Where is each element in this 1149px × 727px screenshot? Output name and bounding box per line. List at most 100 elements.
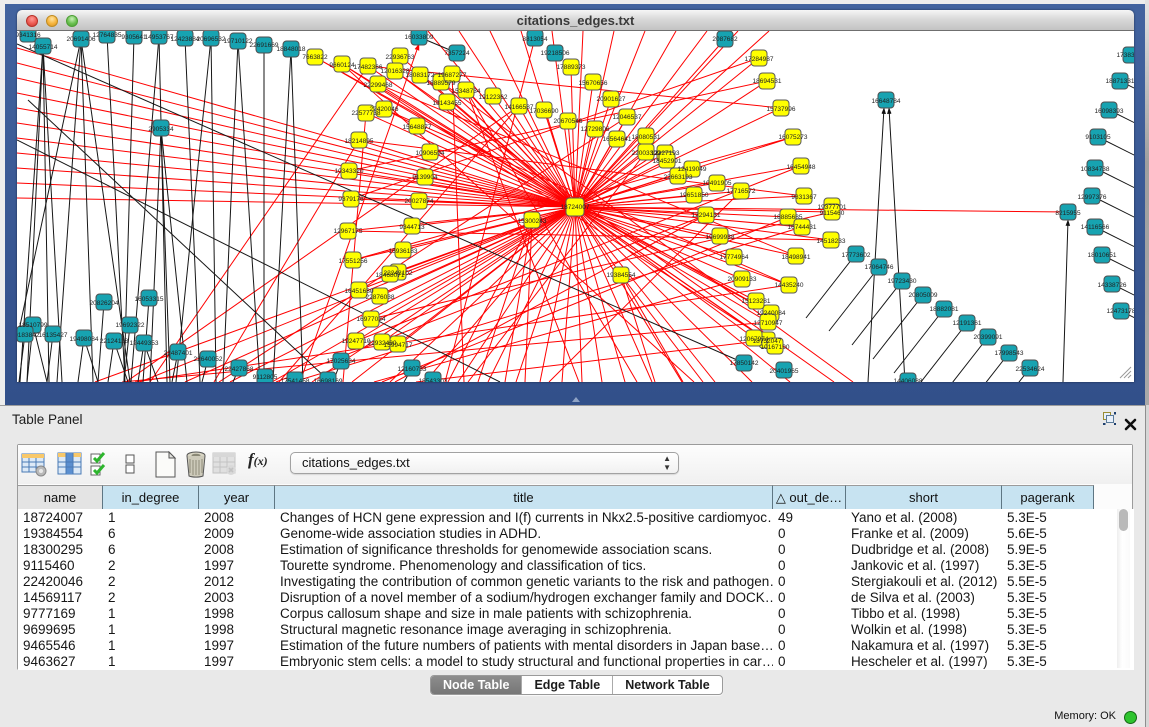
svg-text:20027874: 20027874	[405, 198, 434, 205]
svg-text:22691669: 22691669	[250, 42, 279, 49]
svg-text:9103105: 9103105	[1085, 134, 1111, 141]
svg-text:8813054: 8813054	[522, 36, 548, 43]
svg-text:14435240: 14435240	[775, 282, 804, 289]
svg-text:18080531: 18080531	[632, 134, 661, 141]
svg-text:15648877: 15648877	[403, 124, 432, 131]
svg-text:15348734: 15348734	[452, 88, 481, 95]
svg-text:19122362: 19122362	[479, 94, 508, 101]
svg-text:15123281: 15123281	[742, 298, 771, 305]
svg-text:18468071: 18468071	[376, 272, 405, 279]
svg-text:18543303: 18543303	[419, 378, 448, 382]
svg-text:2905334: 2905334	[148, 126, 174, 133]
svg-text:9831367: 9831367	[791, 194, 817, 201]
svg-text:17025634: 17025634	[327, 358, 356, 365]
svg-text:2087682: 2087682	[712, 36, 738, 43]
svg-text:19651850: 19651850	[680, 192, 709, 199]
svg-text:12067974: 12067974	[740, 336, 769, 343]
svg-text:12160733: 12160733	[398, 366, 427, 373]
svg-text:16053315: 16053315	[135, 296, 164, 303]
svg-text:17541458: 17541458	[281, 378, 310, 382]
svg-text:16744431: 16744431	[788, 224, 817, 231]
svg-text:15737996: 15737996	[767, 106, 796, 113]
svg-text:10343320: 10343320	[335, 168, 364, 175]
svg-text:18885685: 18885685	[774, 214, 803, 221]
svg-text:12046537: 12046537	[613, 114, 642, 121]
svg-text:22427868: 22427868	[225, 366, 254, 373]
svg-text:17716572: 17716572	[727, 188, 756, 195]
svg-text:17482366: 17482366	[354, 64, 383, 71]
svg-text:10167190: 10167190	[761, 344, 790, 351]
svg-text:12191361: 12191361	[953, 320, 982, 327]
svg-text:7663822: 7663822	[302, 54, 328, 61]
svg-text:16564641: 16564641	[603, 136, 632, 143]
svg-text:12710947: 12710947	[754, 320, 783, 327]
svg-text:22577738: 22577738	[352, 110, 381, 117]
svg-text:22534624: 22534624	[1016, 366, 1045, 373]
svg-text:15670656: 15670656	[579, 80, 608, 87]
svg-text:12764835: 12764835	[93, 32, 122, 39]
svg-text:18510799: 18510799	[19, 322, 48, 329]
svg-text:16977034: 16977034	[357, 316, 386, 323]
svg-text:9112805: 9112805	[253, 374, 278, 381]
svg-text:19218506: 19218506	[541, 50, 570, 57]
svg-text:20909133: 20909133	[728, 276, 757, 283]
svg-text:16098393: 16098393	[1095, 108, 1124, 115]
svg-text:18010651: 18010651	[1088, 252, 1117, 259]
svg-text:14055714: 14055714	[29, 44, 58, 51]
svg-text:10491905: 10491905	[703, 180, 732, 187]
svg-text:22124118: 22124118	[100, 338, 129, 345]
svg-text:10906594: 10906594	[416, 150, 445, 157]
svg-text:20399091: 20399091	[974, 334, 1003, 341]
svg-text:19240084: 19240084	[757, 310, 786, 317]
svg-text:19710122: 19710122	[224, 38, 253, 45]
svg-text:17774964: 17774964	[720, 254, 749, 261]
svg-text:20805009: 20805009	[909, 292, 938, 299]
svg-text:12473178: 12473178	[1107, 308, 1134, 315]
svg-text:20826204: 20826204	[90, 300, 119, 307]
svg-text:7357224: 7357224	[444, 50, 470, 57]
svg-text:20670546: 20670546	[554, 118, 583, 125]
svg-text:18724007: 18724007	[561, 204, 590, 211]
svg-text:18083172: 18083172	[406, 72, 435, 79]
svg-text:12729806: 12729806	[581, 126, 610, 133]
svg-text:22932480: 22932480	[368, 340, 397, 347]
svg-text:16648784: 16648784	[872, 98, 901, 105]
svg-text:18848018: 18848018	[277, 46, 306, 53]
svg-text:9305641: 9305641	[121, 34, 147, 41]
svg-text:9139904: 9139904	[412, 174, 438, 181]
svg-text:16033809: 16033809	[405, 34, 434, 41]
svg-text:20691406: 20691406	[67, 36, 96, 43]
svg-text:9115460: 9115460	[820, 210, 845, 217]
svg-text:19723430: 19723430	[888, 278, 917, 285]
svg-text:20696532: 20696532	[197, 36, 226, 43]
svg-text:10183842: 10183842	[17, 332, 40, 339]
svg-text:17284987: 17284987	[745, 56, 774, 63]
svg-text:9379176: 9379176	[338, 196, 364, 203]
svg-text:18452991: 18452991	[653, 158, 682, 165]
svg-text:22876038: 22876038	[366, 294, 395, 301]
svg-text:22936763: 22936763	[386, 54, 415, 61]
svg-text:12294131: 12294131	[692, 212, 721, 219]
svg-text:12423884: 12423884	[171, 36, 200, 43]
svg-text:12419049: 12419049	[678, 166, 707, 173]
svg-text:17551256: 17551256	[339, 258, 368, 265]
svg-text:15936183: 15936183	[389, 248, 418, 255]
svg-text:9344713: 9344713	[399, 224, 425, 231]
svg-text:14518233: 14518233	[817, 238, 846, 245]
svg-text:22663193: 22663193	[664, 174, 693, 181]
svg-text:14953767: 14953767	[145, 34, 174, 41]
svg-text:17036690: 17036690	[530, 108, 559, 115]
svg-text:12997376: 12997376	[1078, 194, 1107, 201]
svg-text:19687277: 19687277	[438, 72, 467, 79]
svg-text:19692322: 19692322	[116, 322, 145, 329]
svg-text:12327193: 12327193	[651, 150, 680, 157]
svg-text:17850142: 17850142	[730, 360, 759, 367]
svg-text:18143455: 18143455	[433, 100, 462, 107]
svg-text:18694531: 18694531	[753, 78, 782, 85]
svg-text:18214895: 18214895	[345, 138, 374, 145]
svg-text:9341316: 9341316	[17, 32, 41, 39]
svg-text:17064746: 17064746	[865, 264, 894, 271]
svg-text:19699938: 19699938	[706, 234, 735, 241]
svg-text:12449353: 12449353	[130, 340, 159, 347]
svg-text:17383465: 17383465	[1117, 52, 1134, 59]
